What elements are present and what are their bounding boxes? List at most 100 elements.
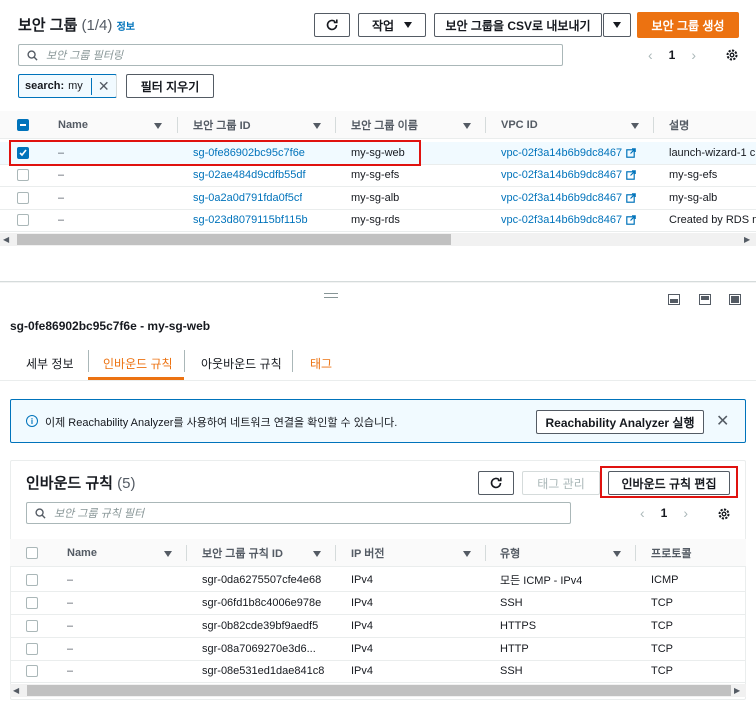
row-sg-id-link[interactable]: sg-0a2a0d791fda0f5cf bbox=[193, 187, 302, 209]
close-icon[interactable]: ✕ bbox=[716, 411, 729, 431]
row-vpc-id[interactable]: vpc-02f3a14b6b9dc8467 bbox=[501, 169, 622, 181]
resize-handle-icon[interactable] bbox=[324, 293, 338, 298]
table-row[interactable]: – sg-0a2a0d791fda0f5cf my-sg-alb vpc-02f3a1… bbox=[0, 187, 756, 210]
horizontal-scrollbar[interactable]: ◀ ▶ bbox=[0, 233, 756, 246]
inbound-rule-row[interactable]: – sgr-06fd1b8c4006e978e IPv4 SSH TCP bbox=[10, 592, 746, 615]
external-link-icon[interactable] bbox=[626, 193, 636, 203]
manage-tags-button[interactable]: 태그 관리 bbox=[522, 471, 600, 495]
inbound-select-all-checkbox[interactable] bbox=[26, 547, 38, 559]
export-csv-button[interactable]: 보안 그룹을 CSV로 내보내기 bbox=[434, 13, 602, 37]
inbound-column-ip-version[interactable]: IP 버전 bbox=[351, 539, 385, 567]
inbound-horizontal-scrollbar[interactable]: ◀ ▶ bbox=[10, 684, 746, 697]
info-link[interactable]: 정보 bbox=[117, 22, 135, 33]
next-page-icon[interactable]: › bbox=[683, 505, 688, 521]
scroll-right-icon[interactable]: ▶ bbox=[744, 235, 750, 244]
row-vpc-id-link[interactable]: vpc-02f3a14b6b9dc8467 bbox=[501, 209, 636, 231]
inbound-column-type[interactable]: 유형 bbox=[500, 539, 520, 567]
row-checkbox[interactable] bbox=[26, 597, 38, 609]
scrollbar-thumb[interactable] bbox=[27, 685, 731, 696]
sort-icon[interactable] bbox=[463, 123, 471, 129]
row-checkbox[interactable] bbox=[17, 192, 29, 204]
scrollbar-thumb[interactable] bbox=[17, 234, 451, 245]
row-checkbox[interactable] bbox=[26, 574, 38, 586]
scroll-left-icon[interactable]: ◀ bbox=[13, 686, 19, 695]
sort-icon[interactable] bbox=[154, 123, 162, 129]
row-checkbox[interactable] bbox=[26, 643, 38, 655]
inbound-column-name[interactable]: Name bbox=[67, 539, 97, 567]
inbound-settings-gear-icon[interactable] bbox=[717, 507, 731, 524]
create-security-group-button[interactable]: 보안 그룹 생성 bbox=[637, 12, 739, 38]
split-full-icon[interactable] bbox=[729, 294, 741, 305]
sort-icon[interactable] bbox=[164, 551, 172, 557]
scroll-right-icon[interactable]: ▶ bbox=[734, 686, 740, 695]
table-row[interactable]: – sg-02ae484d9cdfb55df my-sg-efs vpc-02f3a1… bbox=[0, 164, 756, 187]
column-header-name[interactable]: Name bbox=[58, 111, 88, 139]
inbound-rule-row[interactable]: – sgr-0b82cde39bf9aedf5 IPv4 HTTPS TCP bbox=[10, 615, 746, 638]
security-group-filter-input[interactable]: 보안 그룹 필터링 bbox=[18, 44, 563, 66]
settings-gear-icon[interactable] bbox=[725, 48, 739, 65]
inbound-column-rule-id[interactable]: 보안 그룹 규칙 ID bbox=[202, 539, 283, 567]
column-resizer[interactable] bbox=[485, 117, 486, 133]
inbound-column-protocol[interactable]: 프로토콜 bbox=[651, 539, 691, 567]
sort-icon[interactable] bbox=[313, 551, 321, 557]
row-vpc-id[interactable]: vpc-02f3a14b6b9dc8467 bbox=[501, 214, 622, 226]
actions-dropdown[interactable]: 작업 bbox=[358, 13, 426, 37]
inbound-rule-filter-input[interactable]: 보안 그룹 규칙 필터 bbox=[26, 502, 571, 524]
column-header-description[interactable]: 설명 bbox=[669, 111, 689, 139]
column-resizer[interactable] bbox=[485, 545, 486, 561]
column-resizer[interactable] bbox=[177, 117, 178, 133]
row-sg-id-link[interactable]: sg-023d8079115bf115b bbox=[193, 209, 308, 231]
column-resizer[interactable] bbox=[635, 545, 636, 561]
external-link-icon[interactable] bbox=[626, 148, 636, 158]
prev-page-icon[interactable]: ‹ bbox=[648, 47, 653, 63]
sort-icon[interactable] bbox=[613, 551, 621, 557]
sort-icon[interactable] bbox=[313, 123, 321, 129]
row-vpc-id-link[interactable]: vpc-02f3a14b6b9dc8467 bbox=[501, 187, 636, 209]
row-name: – bbox=[58, 214, 65, 226]
tab-outbound-rules[interactable]: 아웃바운드 규칙 bbox=[201, 348, 282, 378]
row-vpc-id[interactable]: vpc-02f3a14b6b9dc8467 bbox=[501, 147, 622, 159]
row-vpc-id-link[interactable]: vpc-02f3a14b6b9dc8467 bbox=[501, 142, 636, 164]
column-header-sg-name[interactable]: 보안 그룹 이름 bbox=[351, 111, 418, 139]
row-checkbox[interactable] bbox=[26, 665, 38, 677]
inbound-current-page[interactable]: 1 bbox=[661, 506, 668, 520]
tab-details[interactable]: 세부 정보 bbox=[26, 348, 74, 378]
split-bottom-icon[interactable] bbox=[668, 294, 680, 305]
refresh-button[interactable] bbox=[314, 13, 350, 37]
inbound-rule-row[interactable]: – sgr-08e531ed1dae841c8 IPv4 SSH TCP bbox=[10, 660, 746, 683]
split-side-icon[interactable] bbox=[699, 294, 711, 305]
row-vpc-id-link[interactable]: vpc-02f3a14b6b9dc8467 bbox=[501, 164, 636, 186]
row-vpc-id[interactable]: vpc-02f3a14b6b9dc8467 bbox=[501, 192, 622, 204]
next-page-icon[interactable]: › bbox=[691, 47, 696, 63]
column-header-sg-id[interactable]: 보안 그룹 ID bbox=[193, 111, 251, 139]
column-header-vpc-id[interactable]: VPC ID bbox=[501, 111, 538, 139]
external-link-icon[interactable] bbox=[626, 170, 636, 180]
clear-filters-button[interactable]: 필터 지우기 bbox=[126, 74, 214, 98]
row-checkbox[interactable] bbox=[17, 214, 29, 226]
remove-token-icon[interactable]: ✕ bbox=[90, 77, 110, 95]
current-page[interactable]: 1 bbox=[669, 48, 676, 62]
export-dropdown-button[interactable] bbox=[603, 13, 631, 37]
sort-icon[interactable] bbox=[463, 551, 471, 557]
select-all-checkbox[interactable] bbox=[17, 119, 29, 131]
reachability-analyzer-button[interactable]: Reachability Analyzer 실행 bbox=[536, 410, 704, 434]
external-link-icon[interactable] bbox=[626, 215, 636, 225]
row-sg-id-link[interactable]: sg-02ae484d9cdfb55df bbox=[193, 164, 306, 186]
row-checkbox[interactable] bbox=[17, 169, 29, 181]
prev-page-icon[interactable]: ‹ bbox=[640, 505, 645, 521]
sort-icon[interactable] bbox=[631, 123, 639, 129]
filter-token: search: my ✕ bbox=[18, 74, 117, 98]
inbound-refresh-button[interactable] bbox=[478, 471, 514, 495]
tab-inbound-rules[interactable]: 인바운드 규칙 bbox=[103, 348, 173, 378]
column-resizer[interactable] bbox=[335, 117, 336, 133]
info-icon: i bbox=[26, 415, 38, 427]
scroll-left-icon[interactable]: ◀ bbox=[3, 235, 9, 244]
table-row[interactable]: – sg-023d8079115bf115b my-sg-rds vpc-02f3a1… bbox=[0, 209, 756, 232]
inbound-rule-row[interactable]: – sgr-0da6275507cfe4e68 IPv4 모든 ICMP - IPv4… bbox=[10, 569, 746, 592]
row-checkbox[interactable] bbox=[26, 620, 38, 632]
column-resizer[interactable] bbox=[653, 117, 654, 133]
column-resizer[interactable] bbox=[335, 545, 336, 561]
column-resizer[interactable] bbox=[186, 545, 187, 561]
tab-tags[interactable]: 태그 bbox=[310, 348, 332, 378]
inbound-rule-row[interactable]: – sgr-08a7069270e3d6... IPv4 HTTP TCP bbox=[10, 638, 746, 661]
